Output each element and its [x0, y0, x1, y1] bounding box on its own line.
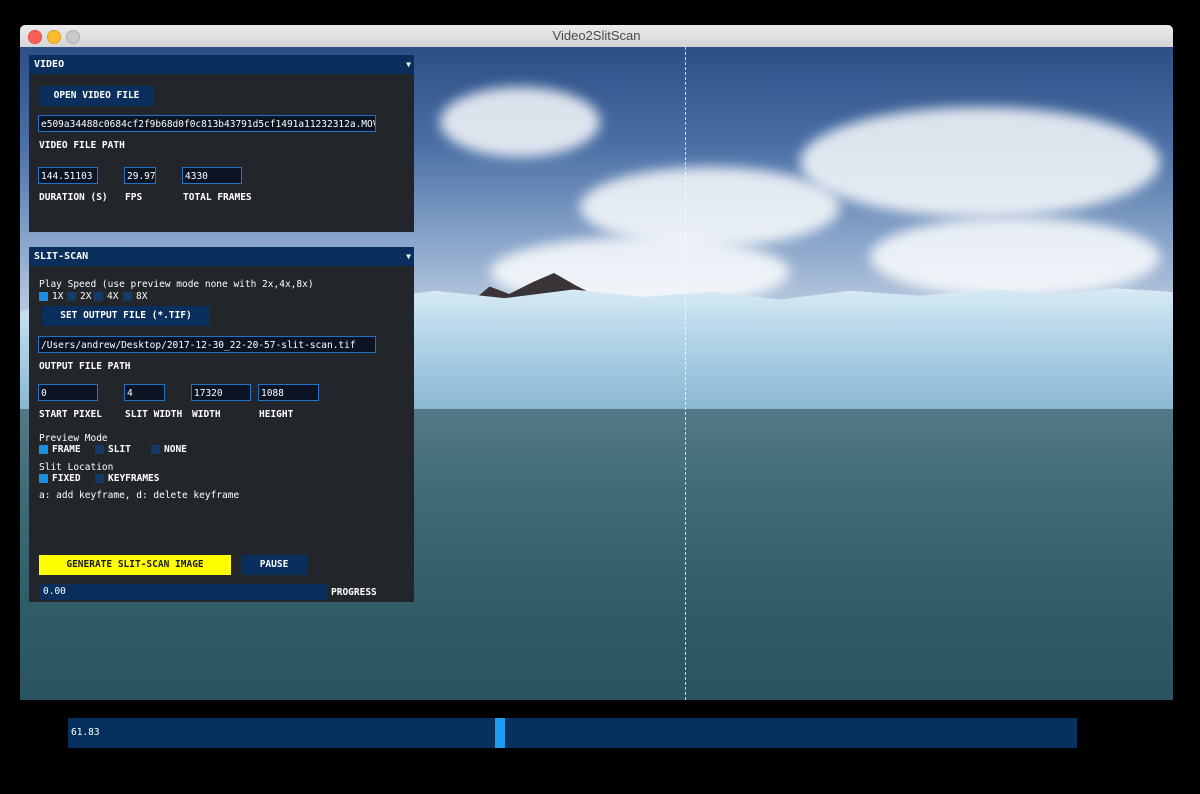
progress-bar: 0.00	[39, 584, 327, 600]
slit-width-field[interactable]: 4	[124, 384, 165, 401]
slit-fixed-radio[interactable]	[39, 474, 48, 483]
zoom-window-button[interactable]	[66, 30, 80, 44]
slit-location-label: Slit Location	[39, 462, 114, 473]
slit-fixed-label: FIXED	[52, 473, 81, 484]
duration-label: DURATION (S)	[39, 192, 108, 203]
video-file-path-label: VIDEO FILE PATH	[39, 140, 125, 151]
speed-4x-label: 4X	[107, 291, 119, 302]
output-width-field[interactable]: 17320	[191, 384, 251, 401]
slit-position-line[interactable]	[685, 47, 686, 700]
close-window-button[interactable]	[28, 30, 42, 44]
video-panel-title: VIDEO	[34, 59, 65, 70]
start-pixel-label: START PIXEL	[39, 409, 102, 420]
output-height-field[interactable]: 1088	[258, 384, 319, 401]
preview-mode-label: Preview Mode	[39, 433, 108, 444]
collapse-arrow-icon[interactable]: ▼	[406, 55, 411, 74]
speed-2x-label: 2X	[80, 291, 92, 302]
preview-slit-label: SLIT	[108, 444, 131, 455]
cloud	[800, 107, 1160, 217]
speed-8x-checkbox[interactable]	[123, 292, 132, 301]
progress-label: PROGRESS	[331, 587, 377, 598]
speed-1x-label: 1X	[52, 291, 64, 302]
preview-frame-radio[interactable]	[39, 445, 48, 454]
speed-2x-checkbox[interactable]	[67, 292, 76, 301]
video-panel-header[interactable]: VIDEO ▼	[29, 55, 414, 74]
generate-slit-scan-button[interactable]: GENERATE SLIT-SCAN IMAGE	[39, 555, 231, 575]
video-panel: VIDEO ▼ OPEN VIDEO FILE e509a34488c0684c…	[29, 55, 414, 232]
window-title: Video2SlitScan	[552, 28, 641, 43]
set-output-file-button[interactable]: SET OUTPUT FILE (*.TIF)	[42, 306, 210, 326]
slit-keyframes-radio[interactable]	[95, 474, 104, 483]
cloud	[870, 217, 1160, 297]
preview-slit-radio[interactable]	[95, 445, 104, 454]
timeline-scrubber[interactable]: 61.83	[68, 718, 1077, 748]
speed-4x-checkbox[interactable]	[94, 292, 103, 301]
timeline-value: 61.83	[71, 727, 100, 738]
output-width-label: WIDTH	[192, 409, 221, 420]
play-speed-label: Play Speed (use preview mode none with 2…	[39, 279, 314, 290]
slitscan-panel-header[interactable]: SLIT-SCAN ▼	[29, 247, 414, 266]
slitscan-panel: SLIT-SCAN ▼ Play Speed (use preview mode…	[29, 247, 414, 602]
speed-8x-label: 8X	[136, 291, 148, 302]
preview-frame-label: FRAME	[52, 444, 81, 455]
total-frames-field[interactable]: 4330	[182, 167, 242, 184]
minimize-window-button[interactable]	[47, 30, 61, 44]
cloud	[440, 87, 600, 157]
speed-1x-checkbox[interactable]	[39, 292, 48, 301]
output-file-path-label: OUTPUT FILE PATH	[39, 361, 131, 372]
timeline-handle[interactable]	[495, 718, 505, 748]
preview-none-label: NONE	[164, 444, 187, 455]
app-window: Video2SlitScan VIDEO ▼ OPEN VIDEO FILE e…	[20, 25, 1173, 700]
slitscan-panel-title: SLIT-SCAN	[34, 251, 89, 262]
total-frames-label: TOTAL FRAMES	[183, 192, 252, 203]
duration-field[interactable]: 144.51103	[38, 167, 98, 184]
output-file-path-field[interactable]: /Users/andrew/Desktop/2017-12-30_22-20-5…	[38, 336, 376, 353]
fps-field[interactable]: 29.97	[124, 167, 156, 184]
video-file-path-field[interactable]: e509a34488c0684cf2f9b68d0f0c813b43791d5c…	[38, 115, 376, 132]
fps-label: FPS	[125, 192, 143, 203]
keyframe-hint: a: add keyframe, d: delete keyframe	[39, 490, 240, 501]
cloud	[580, 167, 840, 247]
slit-width-label: SLIT WIDTH	[125, 409, 183, 420]
start-pixel-field[interactable]: 0	[38, 384, 98, 401]
slit-keyframes-label: KEYFRAMES	[108, 473, 160, 484]
collapse-arrow-icon[interactable]: ▼	[406, 247, 411, 266]
open-video-file-button[interactable]: OPEN VIDEO FILE	[39, 86, 154, 106]
output-height-label: HEIGHT	[259, 409, 294, 420]
title-bar: Video2SlitScan	[20, 25, 1173, 48]
preview-none-radio[interactable]	[151, 445, 160, 454]
pause-button[interactable]: PAUSE	[241, 555, 307, 575]
